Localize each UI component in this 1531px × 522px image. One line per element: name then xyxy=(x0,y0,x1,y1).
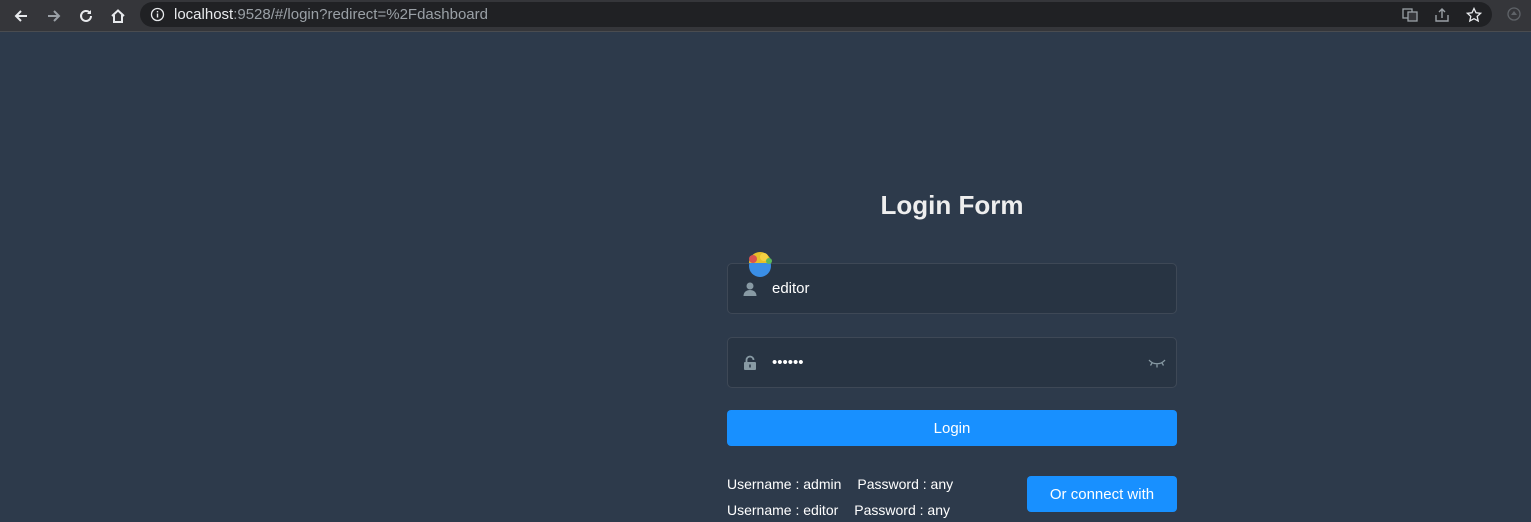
reload-icon[interactable] xyxy=(73,3,99,29)
page-title: Login Form xyxy=(880,190,1024,220)
forward-icon[interactable] xyxy=(41,3,67,29)
back-icon[interactable] xyxy=(8,3,34,29)
user-icon xyxy=(743,282,757,296)
login-button[interactable]: Login xyxy=(727,410,1177,446)
browser-toolbar: localhost:9528/#/login?redirect=%2Fdashb… xyxy=(0,0,1531,32)
password-field[interactable] xyxy=(727,337,1177,388)
account-tip-admin: Username : admin Password : any xyxy=(727,476,953,492)
url-path: :9528/#/login?redirect=%2Fdashboard xyxy=(233,6,488,23)
username-field[interactable] xyxy=(727,263,1177,314)
url-host: localhost xyxy=(174,6,234,23)
address-bar[interactable]: localhost:9528/#/login?redirect=%2Fdashb… xyxy=(140,2,1492,27)
tip-password: Password : any xyxy=(857,476,954,492)
home-icon[interactable] xyxy=(105,3,131,29)
password-manager-badge-icon[interactable] xyxy=(745,250,775,278)
username-input[interactable] xyxy=(772,264,1132,313)
extension-icon[interactable] xyxy=(1506,6,1522,22)
lock-icon xyxy=(744,355,756,370)
info-icon[interactable] xyxy=(150,7,165,22)
connect-with-button[interactable]: Or connect with xyxy=(1027,476,1177,512)
tip-username: Username : admin xyxy=(727,476,842,492)
bookmark-star-icon[interactable] xyxy=(1466,7,1482,23)
account-tip-editor: Username : editor Password : any xyxy=(727,502,950,518)
tip-username: Username : editor xyxy=(727,502,839,518)
share-icon[interactable] xyxy=(1434,7,1450,23)
password-input[interactable] xyxy=(772,338,1132,387)
tip-password: Password : any xyxy=(854,502,950,518)
eye-closed-icon[interactable] xyxy=(1148,354,1166,370)
url-text: localhost:9528/#/login?redirect=%2Fdashb… xyxy=(174,6,488,23)
translate-icon[interactable] xyxy=(1402,7,1418,23)
